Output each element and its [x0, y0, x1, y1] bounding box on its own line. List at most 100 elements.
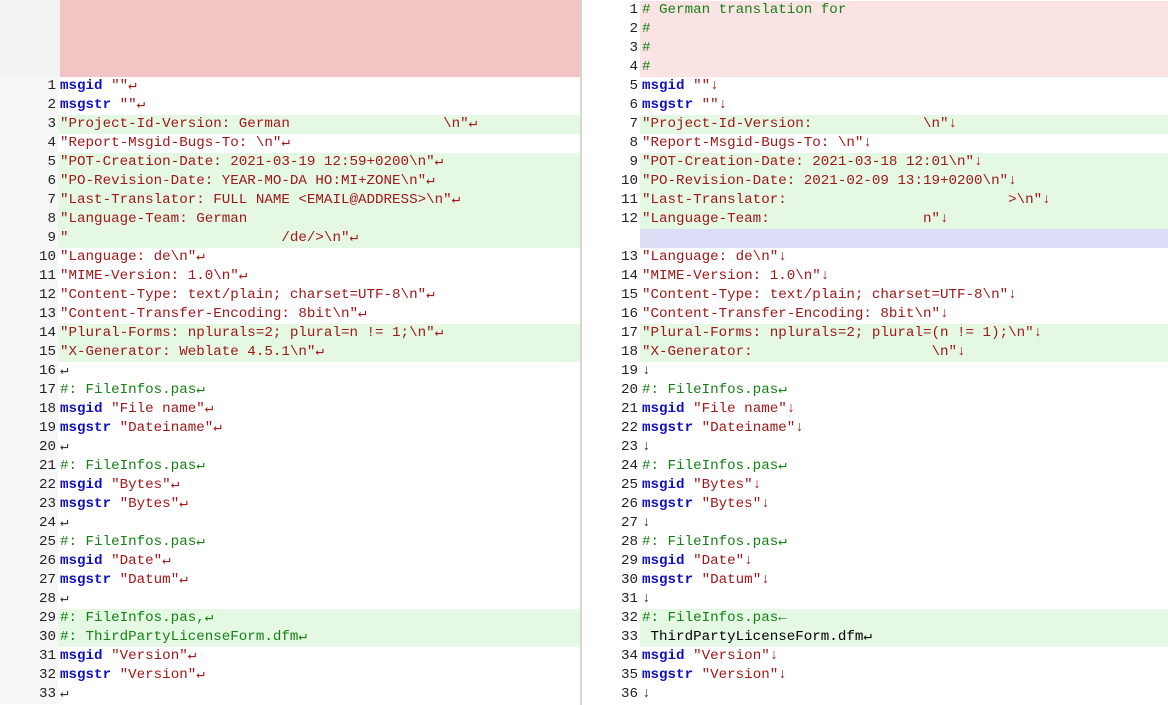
diff-line[interactable]: 12 "Content-Type: text/plain; charset=UTF… — [0, 286, 580, 305]
diff-line[interactable]: 26 msgid "Date"↵ — [0, 552, 580, 571]
diff-line[interactable]: 20 ↵ — [0, 438, 580, 457]
line-number: 16 — [582, 305, 640, 324]
line-code: "PO-Revision-Date: YEAR-MO-DA HO:MI+ZONE… — [60, 173, 435, 189]
diff-line[interactable]: 14 "MIME-Version: 1.0\n"↓ — [582, 267, 1168, 286]
diff-line[interactable]: 36 ↓ — [582, 685, 1168, 704]
diff-line[interactable]: 16 "Content-Transfer-Encoding: 8bit\n"↓ — [582, 305, 1168, 324]
diff-line[interactable]: 2 msgstr ""↵ — [0, 96, 580, 115]
diff-line[interactable]: 24 #: FileInfos.pas↵ — [582, 457, 1168, 476]
line-code: msgid "Date"↵ — [60, 553, 171, 569]
diff-line[interactable]: 17 "Plural-Forms: nplurals=2; plural=(n !… — [582, 324, 1168, 343]
diff-line[interactable]: 14 "Plural-Forms: nplurals=2; plural=n !=… — [0, 324, 580, 343]
left-diff-pane[interactable]: 1 msgid ""↵ 2 msgstr ""↵ 3 "Project-Id-Versio… — [0, 0, 580, 705]
line-code: #: FileInfos.pas↵ — [60, 534, 205, 550]
diff-line[interactable]: 31 msgid "Version"↵ — [0, 647, 580, 666]
diff-line[interactable]: 18 msgid "File name"↵ — [0, 400, 580, 419]
right-diff-pane[interactable]: 1 # German translation for 2 #3 #4 #5 msgid ""… — [582, 0, 1168, 705]
diff-line[interactable]: 34 msgid "Version"↓ — [582, 647, 1168, 666]
diff-line[interactable]: 9 " /de/>\n"↵ — [0, 229, 580, 248]
diff-line[interactable]: 21 msgid "File name"↓ — [582, 400, 1168, 419]
line-number: 25 — [0, 533, 58, 552]
diff-line[interactable]: 25 #: FileInfos.pas↵ — [0, 533, 580, 552]
line-code: ThirdPartyLicenseForm.dfm↵ — [642, 629, 872, 645]
line-code: #: FileInfos.pas↵ — [60, 458, 205, 474]
diff-line[interactable]: 7 "Project-Id-Version: \n"↓ — [582, 115, 1168, 134]
line-number: 13 — [0, 305, 58, 324]
diff-line[interactable]: 18 "X-Generator: \n"↓ — [582, 343, 1168, 362]
diff-line[interactable]: 6 msgstr ""↓ — [582, 96, 1168, 115]
diff-line[interactable]: 4 # — [582, 58, 1168, 77]
diff-line[interactable]: 26 msgstr "Bytes"↓ — [582, 495, 1168, 514]
diff-line[interactable]: 16 ↵ — [0, 362, 580, 381]
diff-line[interactable]: 23 msgstr "Bytes"↵ — [0, 495, 580, 514]
diff-line[interactable]: 7 "Last-Translator: FULL NAME <EMAIL@ADDR… — [0, 191, 580, 210]
diff-line[interactable]: 28 ↵ — [0, 590, 580, 609]
diff-line[interactable]: 10 "PO-Revision-Date: 2021-02-09 13:19+02… — [582, 172, 1168, 191]
diff-line[interactable]: 4 "Report-Msgid-Bugs-To: \n"↵ — [0, 134, 580, 153]
diff-line[interactable]: 9 "POT-Creation-Date: 2021-03-18 12:01\n"… — [582, 153, 1168, 172]
diff-line[interactable]: 13 "Content-Transfer-Encoding: 8bit\n"↵ — [0, 305, 580, 324]
diff-line[interactable]: 22 msgstr "Dateiname"↓ — [582, 419, 1168, 438]
diff-line[interactable]: 21 #: FileInfos.pas↵ — [0, 457, 580, 476]
line-number: 3 — [0, 115, 58, 134]
diff-line[interactable]: 2 # — [582, 20, 1168, 39]
line-number: 30 — [582, 571, 640, 590]
line-code: msgstr "Datum"↵ — [60, 572, 188, 588]
diff-line[interactable]: 33 ↵ — [0, 685, 580, 704]
line-code: #: FileInfos.pas↵ — [642, 382, 787, 398]
diff-line[interactable]: 6 "PO-Revision-Date: YEAR-MO-DA HO:MI+ZON… — [0, 172, 580, 191]
diff-line[interactable]: 23 ↓ — [582, 438, 1168, 457]
diff-line[interactable]: 5 msgid ""↓ — [582, 77, 1168, 96]
line-number: 22 — [582, 419, 640, 438]
diff-line[interactable]: 8 "Language-Team: German — [0, 210, 580, 229]
line-code: ↵ — [60, 686, 69, 702]
diff-line[interactable]: 24 ↵ — [0, 514, 580, 533]
diff-line[interactable]: 19 ↓ — [582, 362, 1168, 381]
diff-line[interactable]: 11 "MIME-Version: 1.0\n"↵ — [0, 267, 580, 286]
diff-line[interactable]: 31 ↓ — [582, 590, 1168, 609]
diff-line[interactable]: 19 msgstr "Dateiname"↵ — [0, 419, 580, 438]
line-number: 33 — [582, 628, 640, 647]
diff-line[interactable]: 1 msgid ""↵ — [0, 77, 580, 96]
line-number: 20 — [0, 438, 58, 457]
diff-line[interactable]: 20 #: FileInfos.pas↵ — [582, 381, 1168, 400]
line-number: 35 — [582, 666, 640, 685]
diff-line[interactable]: 29 msgid "Date"↓ — [582, 552, 1168, 571]
diff-line[interactable]: 5 "POT-Creation-Date: 2021-03-19 12:59+02… — [0, 153, 580, 172]
diff-line[interactable]: 33 ThirdPartyLicenseForm.dfm↵ — [582, 628, 1168, 647]
diff-line[interactable]: 8 "Report-Msgid-Bugs-To: \n"↓ — [582, 134, 1168, 153]
diff-line[interactable]: 30 #: ThirdPartyLicenseForm.dfm↵ — [0, 628, 580, 647]
line-code: "PO-Revision-Date: 2021-02-09 13:19+0200… — [642, 173, 1017, 189]
diff-line[interactable]: 32 msgstr "Version"↵ — [0, 666, 580, 685]
diff-line[interactable]: 32 #: FileInfos.pas← — [582, 609, 1168, 628]
diff-line[interactable]: 25 msgid "Bytes"↓ — [582, 476, 1168, 495]
line-code: ↓ — [642, 591, 651, 607]
line-number: 14 — [0, 324, 58, 343]
diff-line[interactable]: 15 "X-Generator: Weblate 4.5.1\n"↵ — [0, 343, 580, 362]
diff-line[interactable]: 17 #: FileInfos.pas↵ — [0, 381, 580, 400]
line-code: "Content-Transfer-Encoding: 8bit\n"↵ — [60, 306, 367, 322]
line-number: 26 — [0, 552, 58, 571]
line-number: 18 — [0, 400, 58, 419]
diff-line[interactable]: 30 msgstr "Datum"↓ — [582, 571, 1168, 590]
diff-line[interactable]: 27 ↓ — [582, 514, 1168, 533]
diff-line[interactable]: 11 "Last-Translator: >\n"↓ — [582, 191, 1168, 210]
line-number: 11 — [582, 191, 640, 210]
line-number: 28 — [582, 533, 640, 552]
line-code: "Content-Type: text/plain; charset=UTF-8… — [642, 287, 1017, 303]
diff-line[interactable]: 28 #: FileInfos.pas↵ — [582, 533, 1168, 552]
diff-line[interactable]: 22 msgid "Bytes"↵ — [0, 476, 580, 495]
line-number: 16 — [0, 362, 58, 381]
diff-line[interactable]: 12 "Language-Team: n"↓ — [582, 210, 1168, 229]
diff-line[interactable]: 10 "Language: de\n"↵ — [0, 248, 580, 267]
diff-line[interactable]: 13 "Language: de\n"↓ — [582, 248, 1168, 267]
diff-line[interactable]: 3 # — [582, 39, 1168, 58]
diff-line[interactable] — [582, 229, 1168, 248]
diff-line[interactable]: 3 "Project-Id-Version: German \n"↵ — [0, 115, 580, 134]
line-code: msgid "Bytes"↓ — [642, 477, 762, 493]
diff-line[interactable]: 1 # German translation for — [582, 1, 1168, 20]
diff-line[interactable]: 35 msgstr "Version"↓ — [582, 666, 1168, 685]
diff-line[interactable]: 15 "Content-Type: text/plain; charset=UTF… — [582, 286, 1168, 305]
diff-line[interactable]: 29 #: FileInfos.pas,↵ — [0, 609, 580, 628]
diff-line[interactable]: 27 msgstr "Datum"↵ — [0, 571, 580, 590]
